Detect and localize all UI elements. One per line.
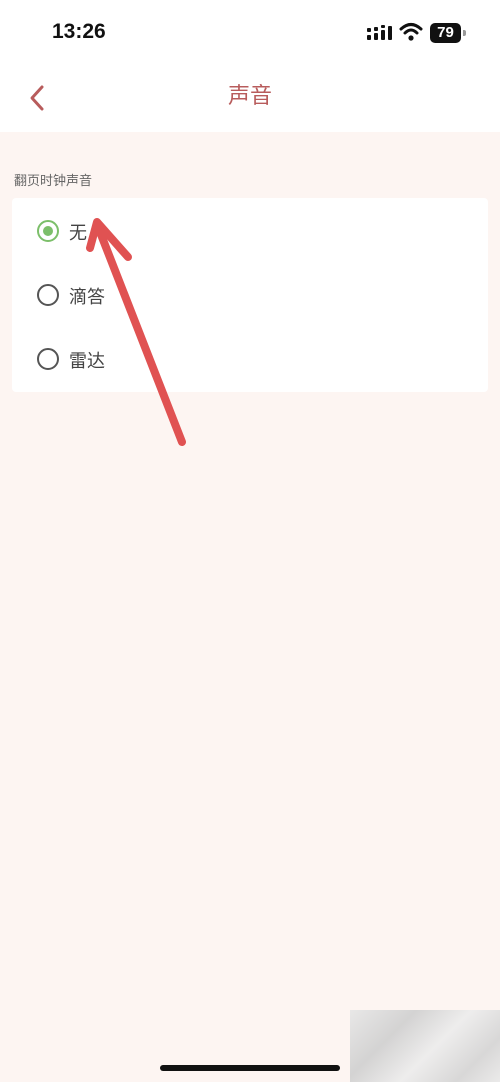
home-indicator <box>160 1065 340 1071</box>
battery-icon: 79 <box>430 23 468 43</box>
signal-icon <box>367 25 392 40</box>
battery-tip <box>463 30 466 36</box>
annotation-arrow <box>86 218 186 446</box>
option-tick[interactable]: 滴答 <box>12 264 488 328</box>
watermark <box>350 1010 500 1082</box>
radio-button-selected[interactable] <box>37 220 59 242</box>
option-label: 滴答 <box>69 287 105 308</box>
page-title: 声音 <box>227 84 272 109</box>
radio-button[interactable] <box>37 284 59 306</box>
option-label: 无 <box>69 223 87 244</box>
option-none[interactable]: 无 <box>12 200 488 264</box>
radio-dot <box>43 226 53 236</box>
status-time: 13:26 <box>52 20 106 43</box>
option-radar[interactable]: 雷达 <box>12 328 488 392</box>
option-label: 雷达 <box>69 351 105 372</box>
options-card: 无 滴答 雷达 <box>12 198 488 392</box>
battery-body: 79 <box>430 23 461 43</box>
battery-level: 79 <box>437 24 454 41</box>
back-button[interactable] <box>18 78 58 118</box>
section-label: 翻页时钟声音 <box>14 174 93 189</box>
wifi-icon <box>399 23 423 41</box>
status-bar: 13:26 79 <box>0 0 500 66</box>
nav-bar: 声音 <box>0 66 500 132</box>
radio-button[interactable] <box>37 348 59 370</box>
chevron-left-icon <box>30 85 44 111</box>
